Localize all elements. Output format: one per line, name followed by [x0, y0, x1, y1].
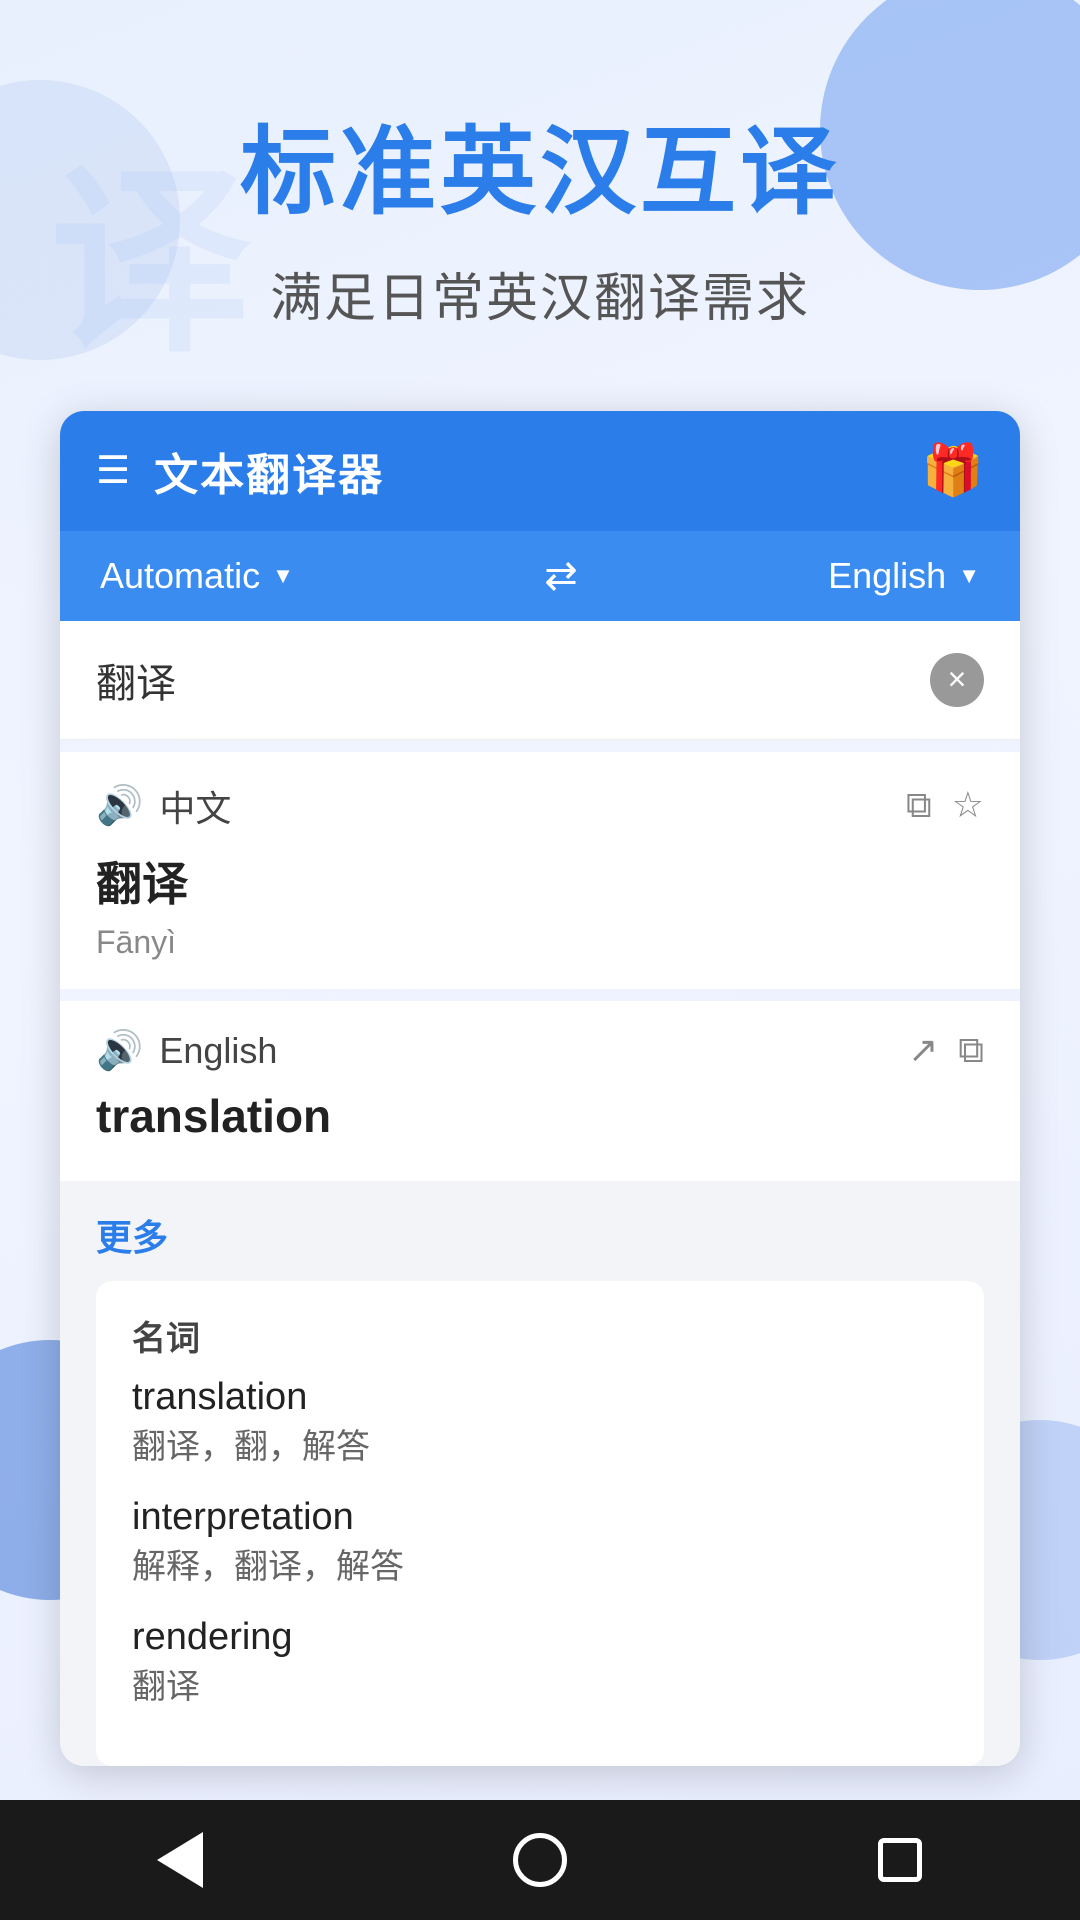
copy-icon[interactable]: ⧉ — [906, 784, 932, 827]
source-lang-arrow: ▼ — [272, 563, 294, 589]
english-result-card: 🔊 English ↗ ⧉ translation — [60, 1001, 1020, 1181]
english-lang-label: English — [159, 1030, 277, 1072]
recent-button[interactable] — [865, 1825, 935, 1895]
chinese-main-text: 翻译 — [96, 848, 984, 914]
input-area[interactable]: 翻译 × — [60, 621, 1020, 740]
more-label: 更多 — [96, 1209, 984, 1261]
english-result-lang: 🔊 English — [96, 1029, 277, 1073]
chinese-speaker-icon[interactable]: 🔊 — [96, 784, 143, 828]
word-cn-0: 翻译，翻，解答 — [132, 1419, 948, 1468]
target-lang-selector[interactable]: English ▼ — [828, 555, 980, 597]
chinese-result-header: 🔊 中文 ⧉ ☆ — [96, 780, 984, 832]
back-button[interactable] — [145, 1825, 215, 1895]
hero-section: 标准英汉互译 满足日常英汉翻译需求 — [0, 0, 1080, 411]
target-lang-arrow: ▼ — [958, 563, 980, 589]
target-lang-label: English — [828, 555, 946, 597]
word-cn-2: 翻译 — [132, 1659, 948, 1708]
word-type: 名词 — [132, 1311, 948, 1360]
word-entry-1: interpretation 解释，翻译，解答 — [132, 1496, 948, 1588]
lang-bar: Automatic ▼ ⇄ English ▼ — [60, 531, 1020, 621]
word-en-2: rendering — [132, 1616, 948, 1659]
word-en-0: translation — [132, 1376, 948, 1419]
app-header-left: ☰ 文本翻译器 — [96, 439, 384, 503]
back-icon — [157, 1832, 203, 1888]
source-lang-selector[interactable]: Automatic ▼ — [100, 555, 294, 597]
recent-icon — [878, 1838, 922, 1882]
home-icon — [513, 1833, 567, 1887]
english-main-text: translation — [96, 1089, 984, 1143]
english-result-header: 🔊 English ↗ ⧉ — [96, 1029, 984, 1073]
word-entry-0: translation 翻译，翻，解答 — [132, 1376, 948, 1468]
word-entry-2: rendering 翻译 — [132, 1616, 948, 1708]
external-link-icon[interactable]: ↗ — [908, 1029, 938, 1072]
swap-icon[interactable]: ⇄ — [544, 553, 578, 599]
chinese-result-actions: ⧉ ☆ — [906, 784, 984, 827]
chinese-result-card: 🔊 中文 ⧉ ☆ 翻译 Fānyì — [60, 752, 1020, 989]
hero-title: 标准英汉互译 — [60, 120, 1020, 226]
more-card: 名词 translation 翻译，翻，解答 interpretation 解释… — [96, 1281, 984, 1766]
clear-icon: × — [948, 661, 967, 698]
more-section: 更多 名词 translation 翻译，翻，解答 interpretation… — [60, 1181, 1020, 1766]
word-cn-1: 解释，翻译，解答 — [132, 1539, 948, 1588]
chinese-result-lang: 🔊 中文 — [96, 780, 231, 832]
word-en-1: interpretation — [132, 1496, 948, 1539]
chinese-lang-label: 中文 — [159, 780, 231, 832]
english-speaker-icon[interactable]: 🔊 — [96, 1029, 143, 1073]
input-text: 翻译 — [96, 651, 930, 709]
copy-icon-en[interactable]: ⧉ — [958, 1029, 984, 1072]
app-container: ☰ 文本翻译器 🎁 Automatic ▼ ⇄ English ▼ 翻译 × 🔊… — [60, 411, 1020, 1766]
clear-button[interactable]: × — [930, 653, 984, 707]
hero-subtitle: 满足日常英汉翻译需求 — [60, 256, 1020, 331]
app-header: ☰ 文本翻译器 🎁 — [60, 411, 1020, 531]
gift-icon[interactable]: 🎁 — [922, 441, 984, 500]
star-icon[interactable]: ☆ — [952, 784, 984, 827]
source-lang-label: Automatic — [100, 555, 260, 597]
english-result-actions: ↗ ⧉ — [908, 1029, 984, 1072]
chinese-pinyin: Fānyì — [96, 924, 984, 961]
app-title: 文本翻译器 — [154, 439, 384, 503]
menu-icon[interactable]: ☰ — [96, 448, 130, 493]
bottom-nav — [0, 1800, 1080, 1920]
home-button[interactable] — [505, 1825, 575, 1895]
